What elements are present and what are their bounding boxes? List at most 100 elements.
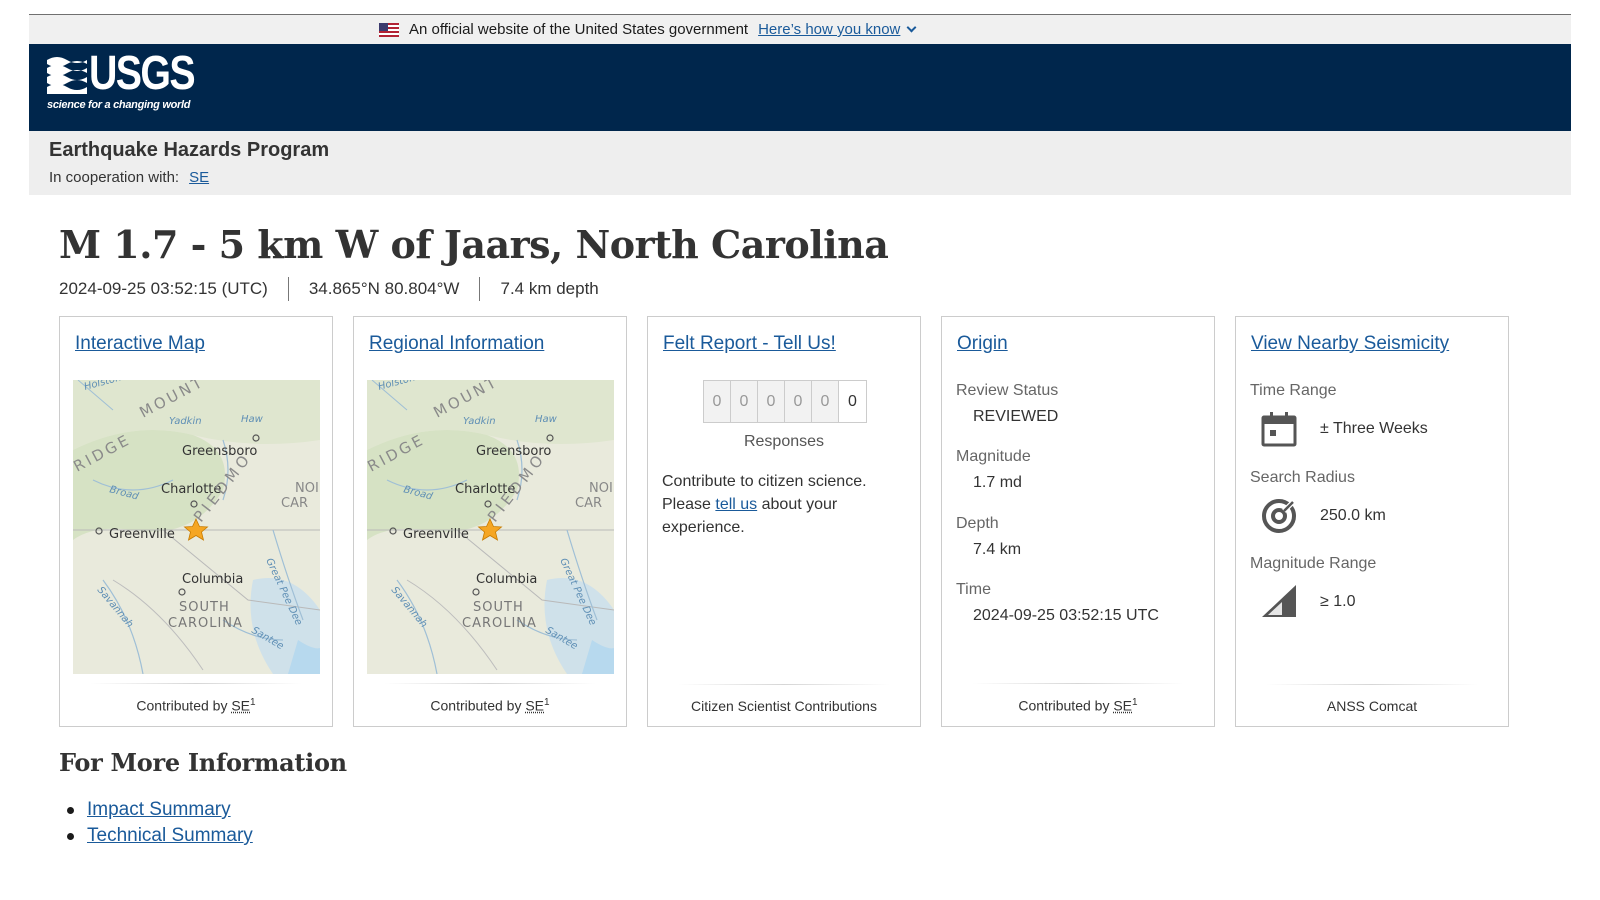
state-label: CAROLINA bbox=[462, 616, 537, 631]
card-regional-information: Regional Information Greensboro Charlott… bbox=[353, 316, 627, 727]
heres-how-you-know-link[interactable]: Here’s how you know bbox=[758, 21, 917, 38]
card-footer: Contributed by SE1 bbox=[60, 683, 332, 714]
heres-how-you-know-label: Here’s how you know bbox=[758, 21, 901, 38]
event-time: 2024-09-25 03:52:15 (UTC) bbox=[59, 279, 268, 298]
magnitude: Magnitude 1.7 md bbox=[956, 448, 1031, 492]
state-label: CAROLINA bbox=[168, 616, 243, 631]
usgs-wordmark: USGS bbox=[89, 47, 196, 100]
depth-label: Depth bbox=[956, 515, 999, 532]
interactive-map-thumbnail[interactable]: Greensboro Charlotte Greenville Columbia… bbox=[73, 380, 320, 674]
river-label: Haw bbox=[535, 414, 558, 425]
state-label: NOI bbox=[589, 481, 613, 496]
more-information-heading: For More Information bbox=[59, 748, 347, 777]
magnitude-value: 1.7 md bbox=[973, 474, 1022, 491]
magnitude-range-label: Magnitude Range bbox=[1250, 555, 1377, 572]
city-label: Greenville bbox=[403, 527, 469, 542]
magnitude-wedge-icon bbox=[1262, 585, 1296, 617]
cooperation-link-se[interactable]: SE bbox=[189, 169, 209, 186]
river-label: Haw bbox=[241, 414, 264, 425]
time-value: 2024-09-25 03:52:15 UTC bbox=[973, 607, 1159, 624]
counter-digit: 0 bbox=[758, 381, 785, 422]
state-label: CAR bbox=[575, 496, 602, 511]
event-meta: 2024-09-25 03:52:15 (UTC) 34.865°N 80.80… bbox=[59, 277, 888, 301]
state-label: NOI bbox=[295, 481, 319, 496]
time-range: Time Range ± Three Weeks bbox=[1250, 382, 1428, 448]
review-status-value: REVIEWED bbox=[973, 408, 1059, 425]
card-origin: Origin Review Status REVIEWED Magnitude … bbox=[941, 316, 1215, 727]
event-header: M 1.7 - 5 km W of Jaars, North Carolina … bbox=[59, 222, 889, 301]
card-felt-report: Felt Report - Tell Us! 0 0 0 0 0 0 Respo… bbox=[647, 316, 921, 727]
state-label: CAR bbox=[281, 496, 308, 511]
magnitude-range-value: ≥ 1.0 bbox=[1320, 593, 1356, 610]
search-radius-row: 250.0 km bbox=[1260, 497, 1386, 535]
counter-digit: 0 bbox=[704, 381, 731, 422]
contributor-abbr: SE bbox=[1113, 698, 1133, 714]
program-title: Earthquake Hazards Program bbox=[49, 139, 330, 161]
nearby-seismicity-link[interactable]: View Nearby Seismicity bbox=[1251, 333, 1449, 355]
magnitude-label: Magnitude bbox=[956, 448, 1031, 465]
page: An official website of the United States… bbox=[29, 14, 1571, 195]
program-bar: Earthquake Hazards Program In cooperatio… bbox=[29, 131, 1571, 195]
usgs-wave-icon bbox=[47, 57, 87, 94]
impact-summary-link[interactable]: Impact Summary bbox=[87, 799, 231, 820]
usgs-logo[interactable]: USGS science for a changing world bbox=[47, 50, 207, 114]
city-label: Columbia bbox=[476, 572, 537, 587]
card-footer: ANSS Comcat bbox=[1236, 684, 1508, 714]
responses-label: Responses bbox=[743, 433, 825, 450]
event-depth: 7.4 km depth bbox=[479, 277, 618, 301]
time-range-label: Time Range bbox=[1250, 382, 1337, 399]
list-item: Impact Summary bbox=[67, 797, 347, 823]
review-status: Review Status REVIEWED bbox=[956, 382, 1058, 426]
regional-information-link[interactable]: Regional Information bbox=[369, 333, 544, 355]
felt-report-link[interactable]: Felt Report - Tell Us! bbox=[663, 333, 836, 355]
contributed-by-label: Contributed by bbox=[1018, 698, 1110, 714]
contributed-by-label: Contributed by bbox=[136, 698, 228, 714]
time-label: Time bbox=[956, 581, 991, 598]
magnitude-range: Magnitude Range ≥ 1.0 bbox=[1250, 555, 1376, 621]
map-svg: Greensboro Charlotte Greenville Columbia… bbox=[367, 380, 614, 674]
state-label: SOUTH bbox=[179, 600, 230, 615]
counter-digit: 0 bbox=[731, 381, 758, 422]
tell-us-link[interactable]: tell us bbox=[715, 496, 757, 513]
card-interactive-map: Interactive Map Greensboro Charlotte Gre… bbox=[59, 316, 333, 727]
card-footer: Contributed by SE1 bbox=[354, 683, 626, 714]
counter-digit: 0 bbox=[812, 381, 839, 422]
search-radius: Search Radius 250.0 km bbox=[1250, 469, 1386, 535]
regional-map-thumbnail[interactable]: Greensboro Charlotte Greenville Columbia… bbox=[367, 380, 614, 674]
event-title: M 1.7 - 5 km W of Jaars, North Carolina bbox=[59, 222, 889, 267]
review-status-label: Review Status bbox=[956, 382, 1059, 399]
origin-link[interactable]: Origin bbox=[957, 333, 1008, 355]
time-range-value: ± Three Weeks bbox=[1320, 420, 1428, 437]
search-radius-label: Search Radius bbox=[1250, 469, 1355, 486]
map-svg: Greensboro Charlotte Greenville Columbia… bbox=[73, 380, 320, 674]
felt-description: Contribute to citizen science. Please te… bbox=[662, 470, 912, 539]
cooperation-label: In cooperation with: bbox=[49, 169, 180, 186]
summary-cards: Interactive Map Greensboro Charlotte Gre… bbox=[59, 316, 1509, 727]
depth-value: 7.4 km bbox=[973, 541, 1022, 558]
city-label: Greenville bbox=[109, 527, 175, 542]
chevron-down-icon bbox=[906, 22, 917, 33]
contributor-abbr: SE bbox=[525, 698, 545, 714]
city-label: Columbia bbox=[182, 572, 243, 587]
river-label: Yadkin bbox=[463, 416, 496, 427]
interactive-map-link[interactable]: Interactive Map bbox=[75, 333, 205, 355]
technical-summary-link[interactable]: Technical Summary bbox=[87, 825, 253, 846]
river-label: Yadkin bbox=[169, 416, 202, 427]
event-location: 34.865°N 80.804°W bbox=[287, 277, 480, 301]
time-range-row: ± Three Weeks bbox=[1260, 410, 1428, 448]
responses-counter: 0 0 0 0 0 0 bbox=[703, 380, 867, 423]
more-information-list: Impact Summary Technical Summary bbox=[67, 797, 347, 849]
contributor-abbr: SE bbox=[231, 698, 251, 714]
us-flag-icon bbox=[379, 22, 399, 37]
counter-digit: 0 bbox=[785, 381, 812, 422]
gov-banner-text: An official website of the United States… bbox=[409, 21, 749, 38]
origin-time: Time 2024-09-25 03:52:15 UTC bbox=[956, 581, 1159, 625]
more-information: For More Information Impact Summary Tech… bbox=[59, 748, 347, 849]
cooperation-line: In cooperation with: SE bbox=[49, 169, 1571, 186]
counter-digit: 0 bbox=[839, 381, 866, 422]
footnote-marker: 1 bbox=[544, 697, 550, 709]
radius-target-icon bbox=[1262, 499, 1296, 533]
magnitude-range-row: ≥ 1.0 bbox=[1260, 583, 1376, 621]
site-header: USGS science for a changing world bbox=[29, 44, 1571, 131]
card-footer: Citizen Scientist Contributions bbox=[648, 684, 920, 714]
